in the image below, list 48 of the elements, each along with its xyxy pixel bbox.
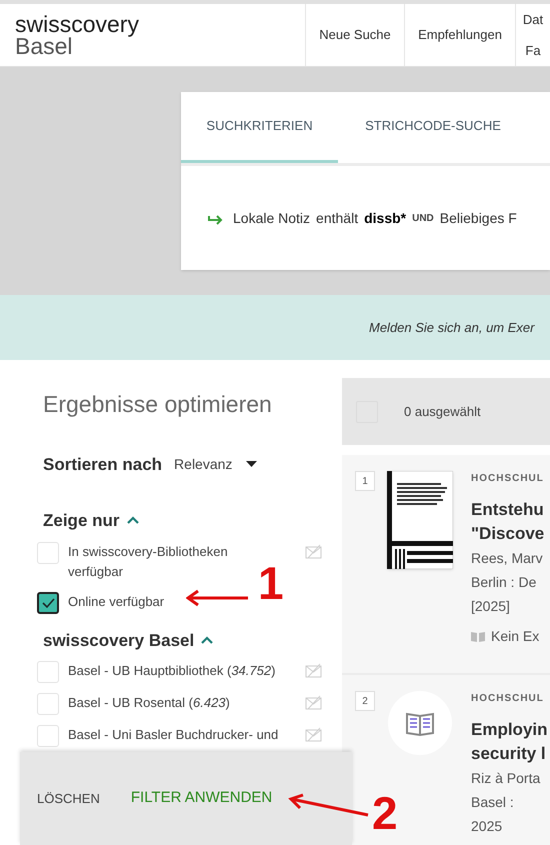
sort-label: Sortieren nach [43, 454, 162, 476]
sort-dropdown[interactable]: Relevanz [174, 454, 258, 475]
query-field: Lokale Notiz [233, 208, 310, 228]
annotation-number: 1 [258, 560, 284, 606]
query-term: dissb* [364, 208, 406, 228]
banner-text: Melden Sie sich an, um Exer [369, 318, 534, 337]
exclude-icon[interactable] [305, 727, 322, 742]
book-icon [471, 630, 485, 643]
exclude-icon[interactable] [305, 544, 322, 558]
result-detail: 2025 [471, 817, 504, 836]
tab[interactable]: STRICHCODE-SUCHE [338, 92, 528, 163]
exclude-icon[interactable] [305, 663, 322, 678]
filter-label[interactable]: Basel - UB Hauptbibliothek (34.752) [68, 661, 276, 681]
apply-filter-button[interactable]: FILTER ANWENDEN [130, 787, 272, 810]
result-detail: Riz à Porta [471, 769, 542, 788]
query-conjunction: UND [412, 212, 434, 226]
query-operator: enthält [316, 208, 358, 228]
clear-button[interactable]: LÖSCHEN [37, 788, 100, 808]
filter-label[interactable]: Online verfügbar [68, 592, 164, 612]
availability-status: Kein Ex [491, 627, 540, 646]
result-number: 1 [355, 471, 375, 491]
filter-label[interactable]: Basel - Uni Basler Buchdrucker- und [68, 725, 278, 745]
result-title[interactable]: Entstehu "Discove [471, 498, 544, 546]
section-heading: Zeige nur [43, 510, 120, 532]
nav-link[interactable]: Empfehlungen [404, 4, 515, 66]
logo[interactable]: swisscovery Basel [0, 4, 305, 66]
filter-label[interactable]: Basel - UB Rosental (6.423) [68, 693, 230, 713]
result-detail: Basel : [471, 793, 515, 812]
resource-type: HOCHSCHUL [471, 472, 544, 486]
result-detail: [2025] [471, 597, 511, 616]
result-title[interactable]: Employin security l [471, 718, 548, 766]
result-detail: Rees, Marv [471, 549, 544, 568]
query-field: Beliebiges F [440, 208, 517, 228]
tab[interactable]: SUCHKRITERIEN [181, 92, 338, 163]
nav-link[interactable]: Neue Suche [305, 4, 404, 66]
resource-type: HOCHSCHUL [471, 692, 545, 706]
annotation-arrow [186, 590, 248, 606]
dropdown-caret-icon [246, 461, 258, 468]
result-number: 2 [355, 691, 375, 711]
section-heading: swisscovery Basel [43, 630, 194, 652]
selected-count: 0 ausgewählt [404, 402, 481, 421]
checkmark-icon [40, 596, 56, 609]
panel-title: Ergebnisse optimieren [42, 390, 273, 419]
checkbox[interactable] [37, 592, 59, 614]
result-detail: Berlin : De [471, 573, 538, 592]
annotation-number: 2 [372, 790, 398, 836]
nav-link[interactable]: Dat Fa [515, 4, 550, 66]
exclude-icon[interactable] [305, 695, 322, 710]
